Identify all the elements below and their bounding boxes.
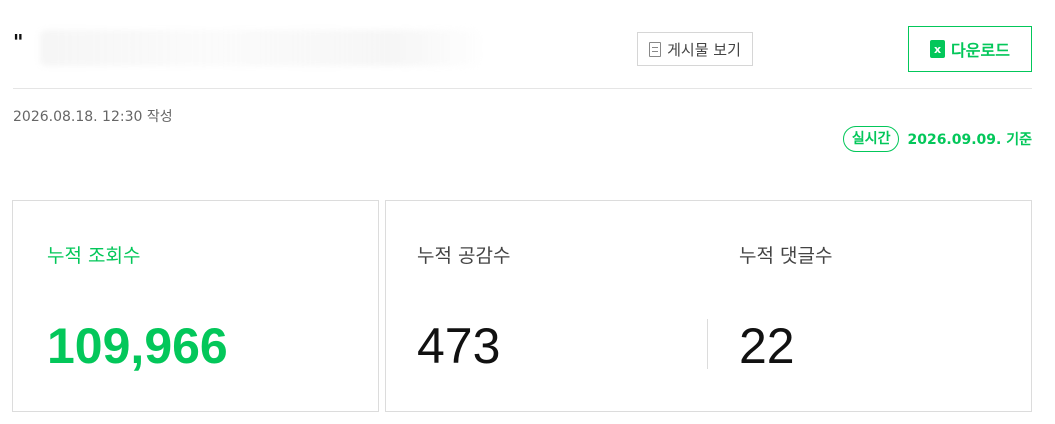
- realtime-date: 2026.09.09. 기준: [907, 132, 1032, 148]
- column-divider: [707, 319, 708, 369]
- written-date: 2026.08.18. 12:30 작성: [13, 109, 173, 125]
- document-icon: [649, 41, 662, 57]
- view-post-label: 게시물 보기: [667, 40, 741, 59]
- header-divider: [13, 88, 1032, 89]
- blurred-title-region: [40, 30, 480, 66]
- likes-label: 누적 공감수: [417, 245, 511, 267]
- views-label: 누적 조회수: [47, 245, 141, 267]
- download-label: 다운로드: [951, 41, 1010, 60]
- realtime-badge: 실시간: [842, 126, 900, 152]
- views-value: 109,966: [47, 318, 228, 374]
- comments-value: 22: [739, 318, 795, 374]
- realtime-info: 실시간 2026.09.09. 기준: [842, 126, 1032, 152]
- excel-icon: x: [930, 40, 946, 58]
- views-card: 누적 조회수 109,966: [12, 200, 379, 412]
- comments-label: 누적 댓글수: [739, 245, 833, 267]
- engagement-card: 누적 공감수 473 누적 댓글수 22: [385, 200, 1032, 412]
- likes-value: 473: [417, 318, 501, 374]
- view-post-button[interactable]: 게시물 보기: [637, 32, 753, 66]
- post-title: ": [13, 30, 24, 54]
- download-button[interactable]: x 다운로드: [908, 26, 1032, 72]
- statistics-page: " 게시물 보기 x 다운로드 2026.08.18. 12:30 작성 실시간…: [0, 0, 1055, 424]
